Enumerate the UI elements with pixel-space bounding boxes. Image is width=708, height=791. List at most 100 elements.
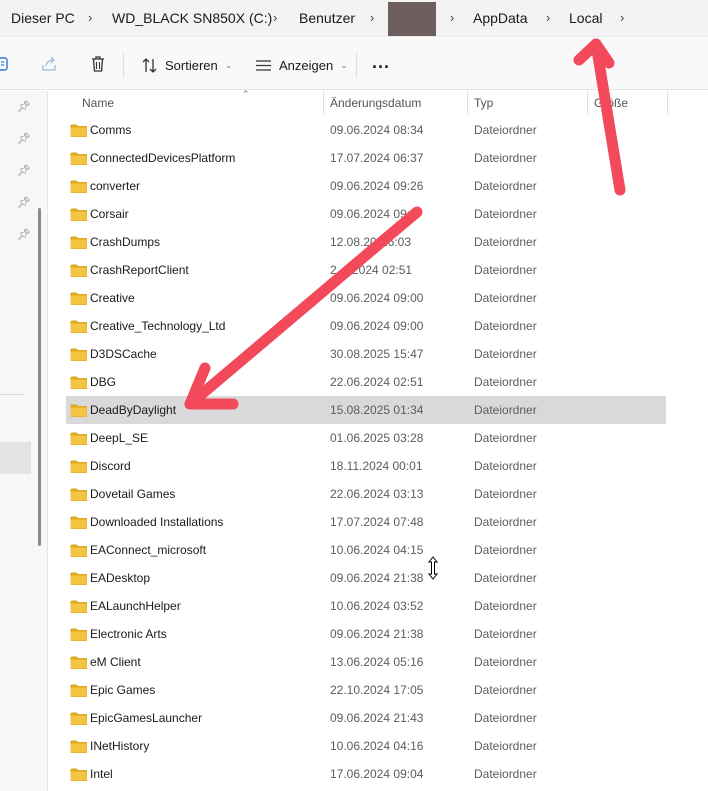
file-type: Dateiordner bbox=[474, 179, 537, 193]
file-row[interactable]: DBG 22.06.2024 02:51 Dateiordner bbox=[66, 368, 666, 396]
column-divider[interactable] bbox=[587, 91, 588, 115]
file-row[interactable]: EpicGamesLauncher 09.06.2024 21:43 Dateior… bbox=[66, 704, 666, 732]
file-type: Dateiordner bbox=[474, 711, 537, 725]
file-type: Dateiordner bbox=[474, 599, 537, 613]
file-type: Dateiordner bbox=[474, 571, 537, 585]
column-header-date[interactable]: Änderungsdatum bbox=[330, 96, 421, 110]
sort-button[interactable]: Sortieren ⌄ bbox=[141, 55, 232, 75]
file-name: EAConnect_microsoft bbox=[90, 543, 207, 557]
folder-icon bbox=[70, 516, 87, 529]
chevron-right-icon[interactable]: › bbox=[620, 10, 624, 25]
breadcrumb-item-dieser-pc[interactable]: Dieser PC bbox=[11, 10, 75, 26]
file-row[interactable]: DeepL_SE 01.06.2025 03:28 Dateiordner bbox=[66, 424, 666, 452]
file-row[interactable]: D3DSCache 30.08.2025 15:47 Dateiordner bbox=[66, 340, 666, 368]
file-date: 10.06.2024 04:16 bbox=[330, 739, 424, 753]
column-header-type[interactable]: Typ bbox=[474, 96, 493, 110]
file-type: Dateiordner bbox=[474, 123, 537, 137]
file-date: 09.06.2024 08:34 bbox=[330, 123, 424, 137]
file-date: 09.06.2024 09:26 bbox=[330, 179, 424, 193]
chevron-right-icon[interactable]: › bbox=[88, 10, 92, 25]
file-date: 2 bbox=[330, 263, 337, 277]
chevron-right-icon[interactable]: › bbox=[546, 10, 550, 25]
share-icon[interactable] bbox=[40, 55, 58, 73]
command-bar: Sortieren ⌄ Anzeigen ⌄ ... bbox=[0, 38, 708, 90]
column-divider[interactable] bbox=[667, 91, 668, 115]
file-row[interactable]: EALaunchHelper 10.06.2024 03:52 Dateiordne… bbox=[66, 592, 666, 620]
pin-icon[interactable]: 📌︎ bbox=[17, 164, 31, 177]
breadcrumb-item-drive[interactable]: WD_BLACK SN850X (C:) bbox=[112, 10, 272, 26]
folder-icon bbox=[70, 628, 87, 641]
trash-icon[interactable] bbox=[89, 55, 107, 73]
file-row[interactable]: Electronic Arts 09.06.2024 21:38 Dateiordn… bbox=[66, 620, 666, 648]
folder-icon bbox=[70, 376, 87, 389]
view-button[interactable]: Anzeigen ⌄ bbox=[255, 55, 348, 75]
file-name: DeadByDaylight bbox=[90, 403, 177, 417]
file-date: 18.11.2024 00:01 bbox=[330, 459, 423, 473]
file-row[interactable]: CrashReportClient 2 2024 02:51 Dateiordner bbox=[66, 256, 666, 284]
file-name: DBG bbox=[90, 375, 117, 389]
file-name: eM Client bbox=[90, 655, 141, 669]
file-date: 10.06.2024 04:15 bbox=[330, 543, 424, 557]
file-row[interactable]: Corsair 09.06.2024 09: Dateiordner bbox=[66, 200, 666, 228]
nav-divider bbox=[0, 394, 24, 395]
file-row[interactable]: Downloaded Installations 17.07.2024 07:48… bbox=[66, 508, 666, 536]
redacted-username[interactable] bbox=[388, 2, 436, 36]
nav-selected-item[interactable] bbox=[0, 442, 31, 474]
chevron-right-icon[interactable]: › bbox=[450, 10, 454, 25]
file-row[interactable]: DeadByDaylight 15.08.2025 01:34 Dateiordne… bbox=[66, 396, 666, 424]
pin-icon[interactable]: 📌︎ bbox=[17, 196, 31, 209]
folder-icon bbox=[70, 180, 87, 193]
file-row[interactable]: EADesktop 09.06.2024 21:38 Dateiordner bbox=[66, 564, 666, 592]
pin-icon[interactable]: 📌︎ bbox=[17, 100, 31, 113]
file-name: Creative_Technology_Ltd bbox=[90, 319, 226, 333]
breadcrumb-item-local[interactable]: Local bbox=[569, 10, 602, 26]
nav-scrollbar[interactable] bbox=[38, 208, 41, 546]
column-divider[interactable] bbox=[467, 91, 468, 115]
folder-icon bbox=[70, 488, 87, 501]
chevron-right-icon[interactable]: › bbox=[273, 10, 277, 25]
folder-icon bbox=[70, 152, 87, 165]
file-date: 09.06.2024 09:00 bbox=[330, 291, 424, 305]
file-row[interactable]: ConnectedDevicesPlatform 17.07.2024 06:37… bbox=[66, 144, 666, 172]
file-name: Corsair bbox=[90, 207, 129, 221]
file-row[interactable]: Discord 18.11.2024 00:01 Dateiordner bbox=[66, 452, 666, 480]
file-row[interactable]: Creative_Technology_Ltd 09.06.2024 09:00 D… bbox=[66, 312, 666, 340]
file-name: ConnectedDevicesPlatform bbox=[90, 151, 236, 165]
file-type: Dateiordner bbox=[474, 515, 537, 529]
folder-icon bbox=[70, 348, 87, 361]
file-row[interactable]: Dovetail Games 22.06.2024 03:13 Dateiordne… bbox=[66, 480, 666, 508]
pin-icon[interactable]: 📌︎ bbox=[17, 132, 31, 145]
file-row[interactable]: Creative 09.06.2024 09:00 Dateiordner bbox=[66, 284, 666, 312]
file-row[interactable]: EAConnect_microsoft 10.06.2024 04:15 Datei… bbox=[66, 536, 666, 564]
file-row[interactable]: converter 09.06.2024 09:26 Dateiordner bbox=[66, 172, 666, 200]
column-header-name[interactable]: Name bbox=[82, 96, 114, 110]
folder-icon bbox=[70, 684, 87, 697]
file-name: Electronic Arts bbox=[90, 627, 167, 641]
breadcrumb-item-benutzer[interactable]: Benutzer bbox=[299, 10, 355, 26]
copy-path-icon[interactable] bbox=[0, 55, 12, 73]
column-header-size[interactable]: Größe bbox=[594, 96, 628, 110]
navigation-pane: 📌︎ 📌︎ 📌︎ 📌︎ 📌︎ bbox=[0, 91, 48, 791]
file-row[interactable]: Intel 17.06.2024 09:04 Dateiordner bbox=[66, 760, 666, 788]
column-divider[interactable] bbox=[323, 91, 324, 115]
file-name: Comms bbox=[90, 123, 132, 137]
chevron-right-icon[interactable]: › bbox=[370, 10, 374, 25]
pin-icon[interactable]: 📌︎ bbox=[17, 228, 31, 241]
file-type: Dateiordner bbox=[474, 459, 537, 473]
file-row[interactable]: CrashDumps 12.08.20 16:03 Dateiordner bbox=[66, 228, 666, 256]
file-type: Dateiordner bbox=[474, 347, 537, 361]
file-row[interactable]: Comms 09.06.2024 08:34 Dateiordner bbox=[66, 116, 666, 144]
breadcrumb-item-appdata[interactable]: AppData bbox=[473, 10, 527, 26]
file-row[interactable]: Epic Games 22.10.2024 17:05 Dateiordner bbox=[66, 676, 666, 704]
file-date-tail: 16:03 bbox=[381, 235, 412, 249]
file-row[interactable]: INetHistory 10.06.2024 04:16 Dateiordner bbox=[66, 732, 666, 760]
breadcrumb: Dieser PC › WD_BLACK SN850X (C:) › Benut… bbox=[0, 0, 708, 37]
resize-cursor-icon bbox=[427, 556, 439, 580]
file-row[interactable]: eM Client 13.06.2024 05:16 Dateiordner bbox=[66, 648, 666, 676]
file-name: EADesktop bbox=[90, 571, 151, 585]
file-name: converter bbox=[90, 179, 141, 193]
more-options-button[interactable]: ... bbox=[372, 52, 390, 73]
file-date: 17.07.2024 06:37 bbox=[330, 151, 424, 165]
folder-icon bbox=[70, 292, 87, 305]
file-type: Dateiordner bbox=[474, 151, 537, 165]
